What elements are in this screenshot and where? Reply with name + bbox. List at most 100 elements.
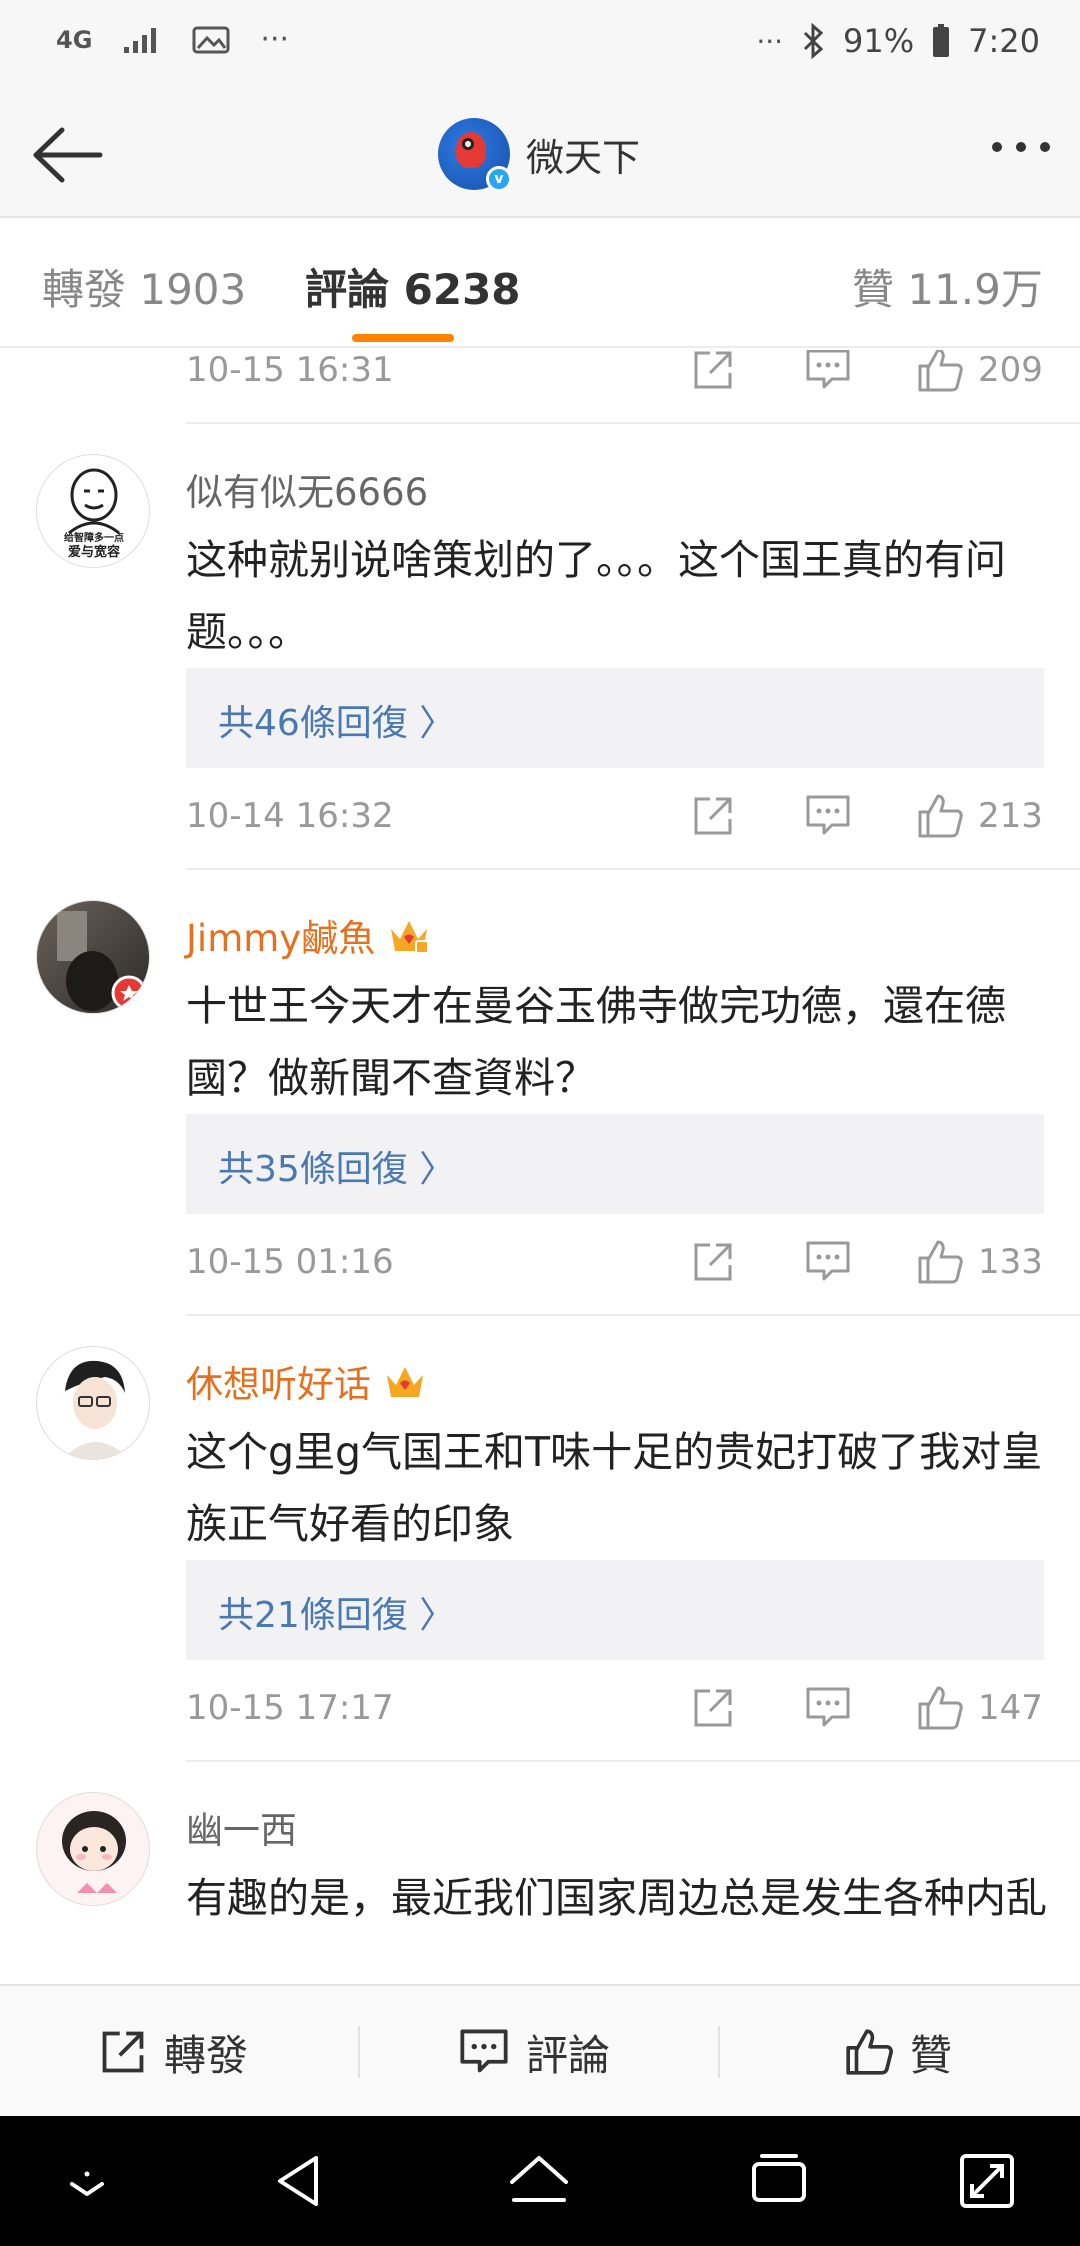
back-triangle-icon [278,2156,318,2206]
comment-text: 这个g里g气国王和T味十足的贵妃打破了我对皇族正气好看的印象 [186,1428,1043,1548]
replies-count: 共21條回復 〉 [218,1595,456,1636]
comment-divider [186,422,1080,424]
thumbs-up-icon [918,794,963,838]
crown-vip-icon [391,921,430,954]
reply-comment-button[interactable] [804,1232,852,1292]
tab-comments[interactable]: 評論 6238 [305,256,521,317]
share-icon [694,1243,732,1281]
comment-time: 10-15 17:17 [186,1688,394,1728]
like-count: 213 [978,796,1043,836]
comment-label: 評論 [526,2030,611,2080]
comment-meta: 10-14 16:32 213 [186,786,1046,846]
more-dot [1016,142,1026,152]
user-name-text: 似有似无6666 [186,471,429,514]
bluetooth-icon [803,23,824,59]
like-comment-button[interactable]: 213 [916,786,1043,846]
battery-percent: 91% [843,22,915,60]
svg-text:爱与宽容: 爱与宽容 [68,544,120,560]
user-avatar[interactable] [36,900,150,1014]
user-avatar[interactable] [36,1792,150,1906]
comment-icon [806,1241,850,1281]
comment-icon [460,2029,508,2073]
fullscreen-nav-button[interactable] [952,2144,1022,2218]
home-nav-button[interactable] [504,2144,574,2218]
expand-icon [960,2154,1014,2208]
comment-text: 十世王今天才在曼谷玉佛寺做完功德，還在德國？做新聞不查資料？ [186,982,1006,1102]
like-count: 147 [978,1688,1043,1728]
user-name[interactable]: 幽一西 [186,1800,297,1854]
comment-time: 10-15 01:16 [186,1242,394,1282]
replies-count: 共35條回復 〉 [218,1149,456,1190]
view-replies-button[interactable]: 共21條回復 〉 [186,1560,1044,1660]
account-avatar[interactable]: v [438,118,512,192]
battery-icon [933,24,950,57]
crown-vip-icon [387,1367,423,1397]
network-indicator: 4G [56,25,93,54]
like-label: 贊 [910,2030,953,2080]
share-comment-button[interactable] [690,786,736,846]
share-icon [694,797,732,835]
tab-likes[interactable]: 贊 11.9万 [852,256,1043,317]
comment-text: 这种就别说啥策划的了。。。这个国王真的有问题。。。 [186,536,1006,656]
repost-label: 轉發 [164,2030,249,2080]
like-comment-button[interactable]: 133 [916,1232,1043,1292]
like-comment-button[interactable]: 147 [916,1678,1043,1738]
cartoon-girl-avatar-icon [62,1811,126,1893]
active-tab-indicator [352,334,454,342]
share-icon [102,2031,144,2073]
like-comment-button[interactable]: 209 [916,350,1043,400]
tab-bar: 轉發 1903 評論 6238 贊 11.9万 [0,220,1080,348]
system-navigation-bar [0,2116,1080,2246]
back-arrow-icon [33,127,103,183]
selfie-avatar-icon [57,911,147,1011]
view-replies-button[interactable]: 共46條回復 〉 [186,668,1044,768]
notification-dots: ··· [260,22,290,57]
view-replies-button[interactable]: 共35條回復 〉 [186,1114,1044,1214]
share-comment-button[interactable] [690,1232,736,1292]
comment-list[interactable]: 10-15 16:31 209 给智障多一点 爱与宽容 似有似无6666 这种就… [0,350,1080,1984]
comment-time: 10-14 16:32 [186,796,394,836]
nav-bar: v 微天下 [0,90,1080,218]
signal-icon [124,27,157,53]
like-count: 133 [978,1242,1043,1282]
comment-divider [186,1760,1080,1762]
repost-button[interactable]: 轉發 [98,1986,248,2118]
reply-comment-button[interactable] [804,1678,852,1738]
comment-button[interactable]: 評論 [458,1986,610,2118]
user-name[interactable]: 休想听好话 [186,1354,427,1408]
user-avatar[interactable] [36,1346,150,1460]
status-dots: ··· [756,24,784,58]
user-name[interactable]: Jimmy鹹魚 [186,908,431,962]
thumbs-up-icon [918,1686,963,1730]
share-comment-button[interactable] [690,350,736,400]
replies-count: 共46條回復 〉 [218,703,456,744]
clock: 7:20 [968,22,1040,60]
user-name-text: 休想听好话 [186,1363,371,1406]
user-avatar[interactable]: 给智障多一点 爱与宽容 [36,454,150,568]
like-button[interactable]: 贊 [844,1986,952,2118]
comment-meta: 10-15 16:31 209 [186,350,1046,400]
account-name: 微天下 [526,135,641,180]
back-nav-button[interactable] [264,2144,334,2218]
hide-keyboard-button[interactable] [52,2144,122,2218]
recents-nav-button[interactable] [744,2144,814,2218]
tab-reposts[interactable]: 轉發 1903 [42,256,246,317]
account-header[interactable]: v 微天下 [438,118,641,192]
bird-logo-icon [456,132,486,168]
reply-comment-button[interactable] [804,350,852,400]
share-comment-button[interactable] [690,1678,736,1738]
share-icon [694,1689,732,1727]
bottom-action-bar: 轉發 評論 贊 [0,1984,1080,2116]
thumbs-up-icon [918,350,963,392]
back-button[interactable] [28,120,104,190]
gallery-icon [192,26,230,53]
comment-divider [186,1314,1080,1316]
verified-badge-icon: v [486,166,512,192]
more-options-button[interactable] [992,142,1050,152]
thumbs-up-icon [918,1240,963,1284]
comment-divider [186,868,1080,870]
reply-comment-button[interactable] [804,786,852,846]
user-name[interactable]: 似有似无6666 [186,462,428,516]
comment-meta: 10-15 17:17 147 [186,1678,1046,1738]
comment-meta: 10-15 01:16 133 [186,1232,1046,1292]
